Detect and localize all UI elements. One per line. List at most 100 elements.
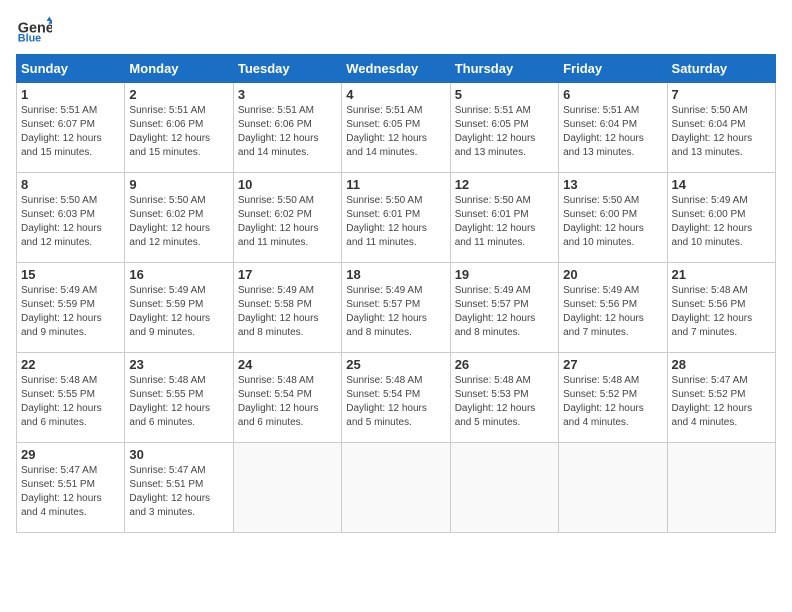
- weekday-header-tuesday: Tuesday: [233, 55, 341, 83]
- day-cell-5: 5 Sunrise: 5:51 AMSunset: 6:05 PMDayligh…: [450, 83, 558, 173]
- weekday-header-row: SundayMondayTuesdayWednesdayThursdayFrid…: [17, 55, 776, 83]
- day-detail: Sunrise: 5:49 AMSunset: 5:59 PMDaylight:…: [21, 285, 102, 338]
- day-cell-15: 15 Sunrise: 5:49 AMSunset: 5:59 PMDaylig…: [17, 263, 125, 353]
- day-detail: Sunrise: 5:48 AMSunset: 5:54 PMDaylight:…: [346, 375, 427, 428]
- day-number: 8: [21, 177, 120, 192]
- day-number: 10: [238, 177, 337, 192]
- empty-cell: [559, 443, 667, 533]
- day-detail: Sunrise: 5:49 AMSunset: 5:57 PMDaylight:…: [346, 285, 427, 338]
- calendar-week-5: 29 Sunrise: 5:47 AMSunset: 5:51 PMDaylig…: [17, 443, 776, 533]
- calendar-table: SundayMondayTuesdayWednesdayThursdayFrid…: [16, 54, 776, 533]
- weekday-header-monday: Monday: [125, 55, 233, 83]
- weekday-header-sunday: Sunday: [17, 55, 125, 83]
- day-cell-28: 28 Sunrise: 5:47 AMSunset: 5:52 PMDaylig…: [667, 353, 775, 443]
- day-detail: Sunrise: 5:48 AMSunset: 5:54 PMDaylight:…: [238, 375, 319, 428]
- empty-cell: [450, 443, 558, 533]
- day-cell-2: 2 Sunrise: 5:51 AMSunset: 6:06 PMDayligh…: [125, 83, 233, 173]
- day-detail: Sunrise: 5:51 AMSunset: 6:06 PMDaylight:…: [238, 105, 319, 158]
- day-cell-19: 19 Sunrise: 5:49 AMSunset: 5:57 PMDaylig…: [450, 263, 558, 353]
- day-cell-14: 14 Sunrise: 5:49 AMSunset: 6:00 PMDaylig…: [667, 173, 775, 263]
- day-number: 4: [346, 87, 445, 102]
- day-cell-25: 25 Sunrise: 5:48 AMSunset: 5:54 PMDaylig…: [342, 353, 450, 443]
- day-number: 30: [129, 447, 228, 462]
- day-cell-10: 10 Sunrise: 5:50 AMSunset: 6:02 PMDaylig…: [233, 173, 341, 263]
- day-cell-29: 29 Sunrise: 5:47 AMSunset: 5:51 PMDaylig…: [17, 443, 125, 533]
- day-number: 6: [563, 87, 662, 102]
- weekday-header-thursday: Thursday: [450, 55, 558, 83]
- day-cell-6: 6 Sunrise: 5:51 AMSunset: 6:04 PMDayligh…: [559, 83, 667, 173]
- day-number: 9: [129, 177, 228, 192]
- day-number: 21: [672, 267, 771, 282]
- day-detail: Sunrise: 5:49 AMSunset: 5:58 PMDaylight:…: [238, 285, 319, 338]
- calendar-week-2: 8 Sunrise: 5:50 AMSunset: 6:03 PMDayligh…: [17, 173, 776, 263]
- day-cell-12: 12 Sunrise: 5:50 AMSunset: 6:01 PMDaylig…: [450, 173, 558, 263]
- day-number: 18: [346, 267, 445, 282]
- day-detail: Sunrise: 5:48 AMSunset: 5:56 PMDaylight:…: [672, 285, 753, 338]
- day-detail: Sunrise: 5:51 AMSunset: 6:05 PMDaylight:…: [455, 105, 536, 158]
- day-number: 20: [563, 267, 662, 282]
- calendar-body: 1 Sunrise: 5:51 AMSunset: 6:07 PMDayligh…: [17, 83, 776, 533]
- day-detail: Sunrise: 5:49 AMSunset: 6:00 PMDaylight:…: [672, 195, 753, 248]
- day-number: 23: [129, 357, 228, 372]
- day-number: 26: [455, 357, 554, 372]
- day-number: 12: [455, 177, 554, 192]
- day-detail: Sunrise: 5:48 AMSunset: 5:52 PMDaylight:…: [563, 375, 644, 428]
- day-cell-9: 9 Sunrise: 5:50 AMSunset: 6:02 PMDayligh…: [125, 173, 233, 263]
- day-cell-11: 11 Sunrise: 5:50 AMSunset: 6:01 PMDaylig…: [342, 173, 450, 263]
- empty-cell: [342, 443, 450, 533]
- day-detail: Sunrise: 5:49 AMSunset: 5:56 PMDaylight:…: [563, 285, 644, 338]
- day-number: 19: [455, 267, 554, 282]
- logo-icon: General Blue: [16, 16, 52, 44]
- empty-cell: [233, 443, 341, 533]
- day-cell-20: 20 Sunrise: 5:49 AMSunset: 5:56 PMDaylig…: [559, 263, 667, 353]
- day-detail: Sunrise: 5:48 AMSunset: 5:55 PMDaylight:…: [21, 375, 102, 428]
- calendar-week-4: 22 Sunrise: 5:48 AMSunset: 5:55 PMDaylig…: [17, 353, 776, 443]
- day-number: 17: [238, 267, 337, 282]
- day-cell-17: 17 Sunrise: 5:49 AMSunset: 5:58 PMDaylig…: [233, 263, 341, 353]
- page-header: General Blue: [16, 16, 776, 44]
- day-detail: Sunrise: 5:47 AMSunset: 5:52 PMDaylight:…: [672, 375, 753, 428]
- day-number: 16: [129, 267, 228, 282]
- day-cell-21: 21 Sunrise: 5:48 AMSunset: 5:56 PMDaylig…: [667, 263, 775, 353]
- day-number: 5: [455, 87, 554, 102]
- weekday-header-friday: Friday: [559, 55, 667, 83]
- day-number: 13: [563, 177, 662, 192]
- day-cell-24: 24 Sunrise: 5:48 AMSunset: 5:54 PMDaylig…: [233, 353, 341, 443]
- day-detail: Sunrise: 5:48 AMSunset: 5:53 PMDaylight:…: [455, 375, 536, 428]
- calendar-week-3: 15 Sunrise: 5:49 AMSunset: 5:59 PMDaylig…: [17, 263, 776, 353]
- calendar-week-1: 1 Sunrise: 5:51 AMSunset: 6:07 PMDayligh…: [17, 83, 776, 173]
- day-detail: Sunrise: 5:49 AMSunset: 5:57 PMDaylight:…: [455, 285, 536, 338]
- day-number: 14: [672, 177, 771, 192]
- day-detail: Sunrise: 5:50 AMSunset: 6:01 PMDaylight:…: [346, 195, 427, 248]
- day-cell-27: 27 Sunrise: 5:48 AMSunset: 5:52 PMDaylig…: [559, 353, 667, 443]
- day-detail: Sunrise: 5:50 AMSunset: 6:03 PMDaylight:…: [21, 195, 102, 248]
- day-detail: Sunrise: 5:51 AMSunset: 6:07 PMDaylight:…: [21, 105, 102, 158]
- day-number: 2: [129, 87, 228, 102]
- day-cell-18: 18 Sunrise: 5:49 AMSunset: 5:57 PMDaylig…: [342, 263, 450, 353]
- day-number: 7: [672, 87, 771, 102]
- day-detail: Sunrise: 5:47 AMSunset: 5:51 PMDaylight:…: [129, 465, 210, 518]
- day-detail: Sunrise: 5:51 AMSunset: 6:05 PMDaylight:…: [346, 105, 427, 158]
- day-detail: Sunrise: 5:50 AMSunset: 6:02 PMDaylight:…: [238, 195, 319, 248]
- day-cell-26: 26 Sunrise: 5:48 AMSunset: 5:53 PMDaylig…: [450, 353, 558, 443]
- day-detail: Sunrise: 5:48 AMSunset: 5:55 PMDaylight:…: [129, 375, 210, 428]
- day-cell-22: 22 Sunrise: 5:48 AMSunset: 5:55 PMDaylig…: [17, 353, 125, 443]
- day-cell-7: 7 Sunrise: 5:50 AMSunset: 6:04 PMDayligh…: [667, 83, 775, 173]
- day-detail: Sunrise: 5:51 AMSunset: 6:06 PMDaylight:…: [129, 105, 210, 158]
- logo: General Blue: [16, 16, 54, 44]
- empty-cell: [667, 443, 775, 533]
- day-detail: Sunrise: 5:50 AMSunset: 6:02 PMDaylight:…: [129, 195, 210, 248]
- day-detail: Sunrise: 5:50 AMSunset: 6:01 PMDaylight:…: [455, 195, 536, 248]
- day-cell-8: 8 Sunrise: 5:50 AMSunset: 6:03 PMDayligh…: [17, 173, 125, 263]
- day-cell-4: 4 Sunrise: 5:51 AMSunset: 6:05 PMDayligh…: [342, 83, 450, 173]
- day-number: 25: [346, 357, 445, 372]
- day-number: 3: [238, 87, 337, 102]
- day-cell-30: 30 Sunrise: 5:47 AMSunset: 5:51 PMDaylig…: [125, 443, 233, 533]
- day-cell-23: 23 Sunrise: 5:48 AMSunset: 5:55 PMDaylig…: [125, 353, 233, 443]
- day-number: 11: [346, 177, 445, 192]
- day-detail: Sunrise: 5:47 AMSunset: 5:51 PMDaylight:…: [21, 465, 102, 518]
- day-detail: Sunrise: 5:50 AMSunset: 6:00 PMDaylight:…: [563, 195, 644, 248]
- weekday-header-saturday: Saturday: [667, 55, 775, 83]
- day-cell-13: 13 Sunrise: 5:50 AMSunset: 6:00 PMDaylig…: [559, 173, 667, 263]
- calendar-header: SundayMondayTuesdayWednesdayThursdayFrid…: [17, 55, 776, 83]
